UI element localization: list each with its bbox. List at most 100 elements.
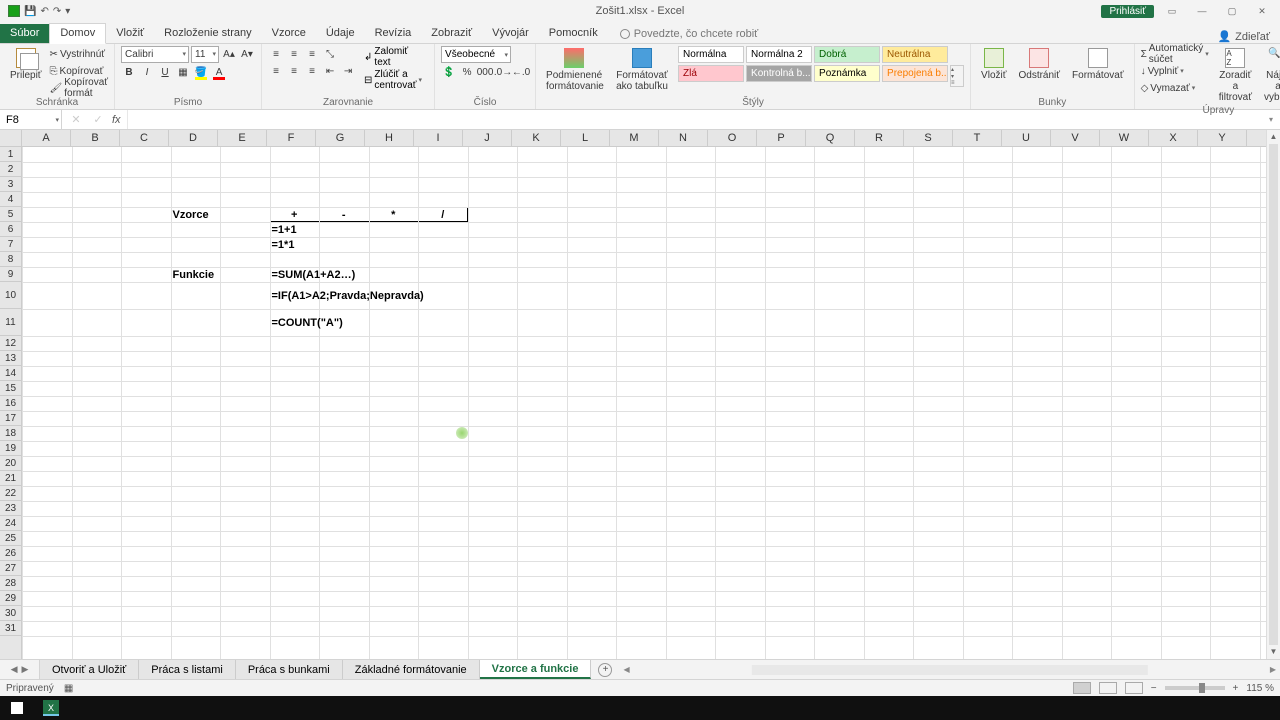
cell-F10[interactable]: =IF(A1>A2;Pravda;Nepravda) bbox=[270, 282, 567, 309]
column-header[interactable]: H bbox=[365, 130, 414, 146]
style-check[interactable]: Kontrolná b... bbox=[746, 65, 812, 82]
style-normal2[interactable]: Normálna 2 bbox=[746, 46, 812, 63]
decrease-indent-button[interactable]: ⇤ bbox=[322, 63, 338, 79]
cell-styles-gallery[interactable]: Normálna Normálna 2 Dobrá Neutrálna Zlá … bbox=[678, 46, 964, 94]
row-header[interactable]: 3 bbox=[0, 177, 21, 192]
orientation-button[interactable]: ⤡ bbox=[322, 46, 338, 62]
minimize-button[interactable]: — bbox=[1190, 4, 1214, 18]
scroll-down-button[interactable]: ▼ bbox=[1267, 645, 1280, 659]
column-header[interactable]: V bbox=[1051, 130, 1100, 146]
find-select-button[interactable]: 🔍Nájsť a vybrať bbox=[1260, 46, 1280, 105]
column-header[interactable]: P bbox=[757, 130, 806, 146]
column-header[interactable]: Y bbox=[1198, 130, 1247, 146]
row-header[interactable]: 23 bbox=[0, 501, 21, 516]
enter-formula-button[interactable]: ✓ bbox=[90, 113, 106, 126]
row-header[interactable]: 24 bbox=[0, 516, 21, 531]
start-button[interactable] bbox=[4, 698, 30, 718]
tab-insert[interactable]: Vložiť bbox=[106, 24, 154, 43]
sort-filter-button[interactable]: AZZoradiť a filtrovať bbox=[1215, 46, 1256, 105]
excel-app-icon[interactable] bbox=[8, 5, 20, 17]
fill-button[interactable]: ↓ Vyplniť ▾ bbox=[1141, 63, 1211, 79]
align-bottom-button[interactable]: ≡ bbox=[304, 46, 320, 62]
align-center-button[interactable]: ≡ bbox=[286, 63, 302, 79]
zoom-level[interactable]: 115 % bbox=[1246, 683, 1274, 694]
sheet-tab[interactable]: Práca s listami bbox=[139, 660, 236, 679]
sheet-tab[interactable]: Vzorce a funkcie bbox=[480, 660, 592, 679]
sheet-nav-buttons[interactable]: ◀▶ bbox=[0, 660, 40, 679]
row-header[interactable]: 17 bbox=[0, 411, 21, 426]
scroll-thumb[interactable] bbox=[1269, 144, 1278, 645]
row-header[interactable]: 27 bbox=[0, 561, 21, 576]
select-all-corner[interactable] bbox=[0, 130, 22, 147]
format-as-table-button[interactable]: Formátovať ako tabuľku bbox=[610, 46, 674, 94]
row-header[interactable]: 25 bbox=[0, 531, 21, 546]
row-header[interactable]: 9 bbox=[0, 267, 21, 282]
maximize-button[interactable]: ▢ bbox=[1220, 4, 1244, 18]
vertical-scrollbar[interactable]: ▲ ▼ bbox=[1266, 130, 1280, 659]
column-header[interactable]: S bbox=[904, 130, 953, 146]
cell-H5[interactable]: * bbox=[369, 207, 419, 222]
column-header[interactable]: O bbox=[708, 130, 757, 146]
delete-cells-button[interactable]: Odstrániť bbox=[1014, 46, 1064, 83]
page-layout-view-button[interactable] bbox=[1099, 682, 1117, 694]
ribbon-options-icon[interactable]: ▭ bbox=[1160, 4, 1184, 18]
row-header[interactable]: 11 bbox=[0, 309, 21, 336]
formula-bar-input[interactable] bbox=[128, 110, 1262, 129]
bold-button[interactable]: B bbox=[121, 64, 137, 80]
format-painter-button[interactable]: 🖌 Kopírovať formát bbox=[50, 80, 108, 96]
style-neutral[interactable]: Neutrálna bbox=[882, 46, 948, 63]
column-header[interactable]: W bbox=[1100, 130, 1149, 146]
cell-F7[interactable]: =1*1 bbox=[270, 237, 567, 252]
row-header[interactable]: 16 bbox=[0, 396, 21, 411]
wrap-text-button[interactable]: ↲Zalomiť text bbox=[360, 46, 428, 68]
row-header[interactable]: 15 bbox=[0, 381, 21, 396]
tab-developer[interactable]: Vývojár bbox=[482, 24, 539, 43]
sign-in-button[interactable]: Prihlásiť bbox=[1101, 5, 1154, 18]
decrease-font-button[interactable]: A▾ bbox=[239, 46, 255, 62]
font-color-button[interactable]: A bbox=[211, 64, 227, 80]
undo-button[interactable]: ↶ bbox=[40, 6, 48, 17]
column-header[interactable]: J bbox=[463, 130, 512, 146]
tab-home[interactable]: Domov bbox=[49, 23, 106, 44]
row-header[interactable]: 2 bbox=[0, 162, 21, 177]
cell-F11[interactable]: =COUNT("A") bbox=[270, 309, 567, 336]
sheet-tab[interactable]: Otvoriť a Uložiť bbox=[40, 660, 139, 679]
row-header[interactable]: 30 bbox=[0, 606, 21, 621]
column-header[interactable]: G bbox=[316, 130, 365, 146]
cell-F9[interactable]: =SUM(A1+A2…) bbox=[270, 267, 567, 282]
horizontal-scrollbar[interactable]: ◀ ▶ bbox=[619, 660, 1280, 679]
conditional-formatting-button[interactable]: Podmienené formátovanie bbox=[542, 46, 606, 94]
tab-review[interactable]: Revízia bbox=[365, 24, 422, 43]
column-header[interactable]: T bbox=[953, 130, 1002, 146]
tab-file[interactable]: Súbor bbox=[0, 24, 49, 43]
underline-button[interactable]: U bbox=[157, 64, 173, 80]
increase-indent-button[interactable]: ⇥ bbox=[340, 63, 356, 79]
align-top-button[interactable]: ≡ bbox=[268, 46, 284, 62]
style-normal[interactable]: Normálna bbox=[678, 46, 744, 63]
column-header[interactable]: B bbox=[71, 130, 120, 146]
normal-view-button[interactable] bbox=[1073, 682, 1091, 694]
row-header[interactable]: 4 bbox=[0, 192, 21, 207]
align-middle-button[interactable]: ≡ bbox=[286, 46, 302, 62]
styles-more-button[interactable]: ▴▾≡ bbox=[950, 65, 964, 87]
row-header[interactable]: 10 bbox=[0, 282, 21, 309]
tab-formulas[interactable]: Vzorce bbox=[262, 24, 316, 43]
cancel-formula-button[interactable]: ✕ bbox=[68, 113, 84, 126]
autosum-button[interactable]: Σ Automatický súčet ▾ bbox=[1141, 46, 1211, 62]
share-button[interactable]: 👤 Zdieľať bbox=[1217, 30, 1280, 43]
decrease-decimal-button[interactable]: ←.0 bbox=[513, 64, 529, 80]
save-icon[interactable]: 💾 bbox=[24, 6, 36, 17]
row-header[interactable]: 14 bbox=[0, 366, 21, 381]
column-header[interactable]: M bbox=[610, 130, 659, 146]
row-header[interactable]: 6 bbox=[0, 222, 21, 237]
increase-decimal-button[interactable]: .0→ bbox=[495, 64, 511, 80]
clear-button[interactable]: ◇ Vymazať ▾ bbox=[1141, 80, 1211, 96]
row-header[interactable]: 12 bbox=[0, 336, 21, 351]
style-bad[interactable]: Zlá bbox=[678, 65, 744, 82]
comma-format-button[interactable]: 000 bbox=[477, 64, 493, 80]
tab-help[interactable]: Pomocník bbox=[539, 24, 608, 43]
sheet-tab[interactable]: Práca s bunkami bbox=[236, 660, 343, 679]
percent-format-button[interactable]: % bbox=[459, 64, 475, 80]
number-format-combo[interactable]: Všeobecné▾ bbox=[441, 46, 511, 63]
row-header[interactable]: 31 bbox=[0, 621, 21, 636]
